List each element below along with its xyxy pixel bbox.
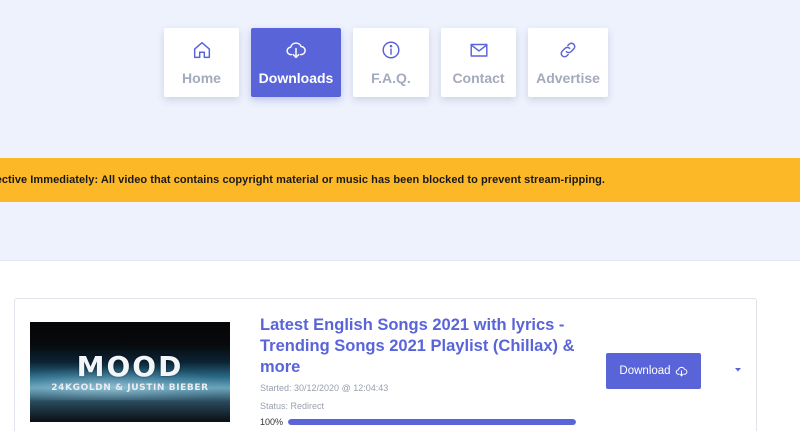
video-title[interactable]: Latest English Songs 2021 with lyrics - … — [260, 315, 580, 378]
download-info: Latest English Songs 2021 with lyrics - … — [260, 315, 580, 427]
download-button[interactable]: Download — [606, 353, 701, 389]
mail-icon — [468, 39, 490, 61]
nav-home[interactable]: Home — [164, 28, 239, 97]
video-thumbnail[interactable]: MOOD 24KGOLDN & JUSTIN BIEBER — [30, 322, 230, 422]
nav-home-label: Home — [182, 70, 221, 86]
started-time: Started: 30/12/2020 @ 12:04:43 — [260, 383, 389, 393]
thumbnail-title: MOOD — [76, 350, 184, 383]
nav-contact[interactable]: Contact — [441, 28, 516, 97]
nav-advertise[interactable]: Advertise — [528, 28, 608, 97]
main-nav: Home Downloads F.A.Q. Contact Advertise — [164, 28, 608, 97]
progress-row: 100% — [260, 417, 580, 427]
home-icon — [191, 39, 213, 61]
nav-downloads-label: Downloads — [258, 70, 334, 86]
progress-track — [288, 419, 576, 425]
progress-label: 100% — [260, 417, 284, 427]
nav-advertise-label: Advertise — [536, 70, 600, 86]
thumbnail-artist: 24KGOLDN & JUSTIN BIEBER — [51, 383, 209, 393]
info-icon — [380, 39, 402, 61]
nav-contact-label: Contact — [452, 70, 505, 86]
downloads-content: MOOD 24KGOLDN & JUSTIN BIEBER Latest Eng… — [0, 260, 800, 431]
notice-text: fective Immediately: All video that cont… — [0, 174, 605, 186]
nav-downloads[interactable]: Downloads — [251, 28, 341, 97]
progress-fill — [288, 419, 576, 425]
nav-faq-label: F.A.Q. — [371, 70, 411, 86]
download-button-label: Download — [619, 365, 671, 377]
download-status: Status: Redirect — [260, 401, 325, 411]
nav-faq[interactable]: F.A.Q. — [353, 28, 429, 97]
cloud-download-icon — [675, 365, 688, 378]
copyright-notice-banner: fective Immediately: All video that cont… — [0, 158, 800, 202]
cloud-download-icon — [285, 39, 307, 61]
caret-down-icon[interactable] — [733, 366, 743, 374]
download-item-card: MOOD 24KGOLDN & JUSTIN BIEBER Latest Eng… — [14, 298, 757, 431]
link-icon — [557, 39, 579, 61]
